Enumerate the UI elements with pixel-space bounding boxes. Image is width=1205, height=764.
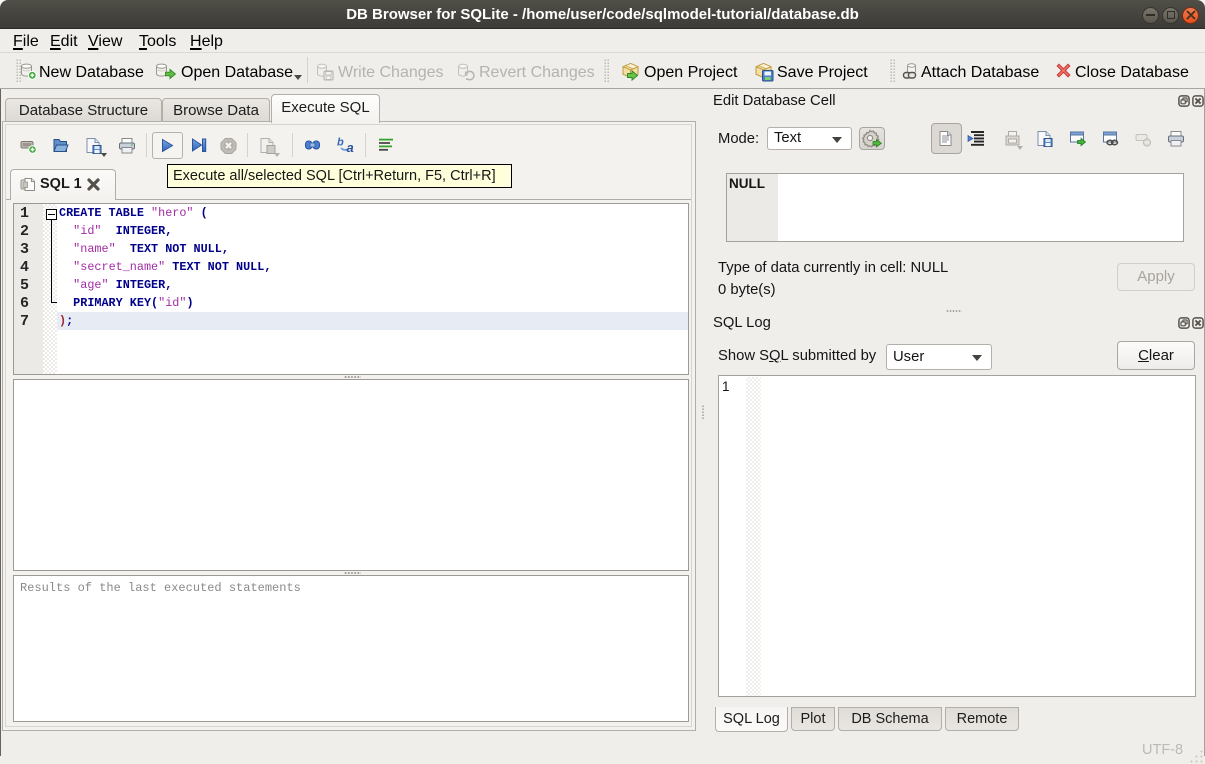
svg-text:b: b <box>337 137 344 149</box>
svg-text:a: a <box>347 140 354 154</box>
